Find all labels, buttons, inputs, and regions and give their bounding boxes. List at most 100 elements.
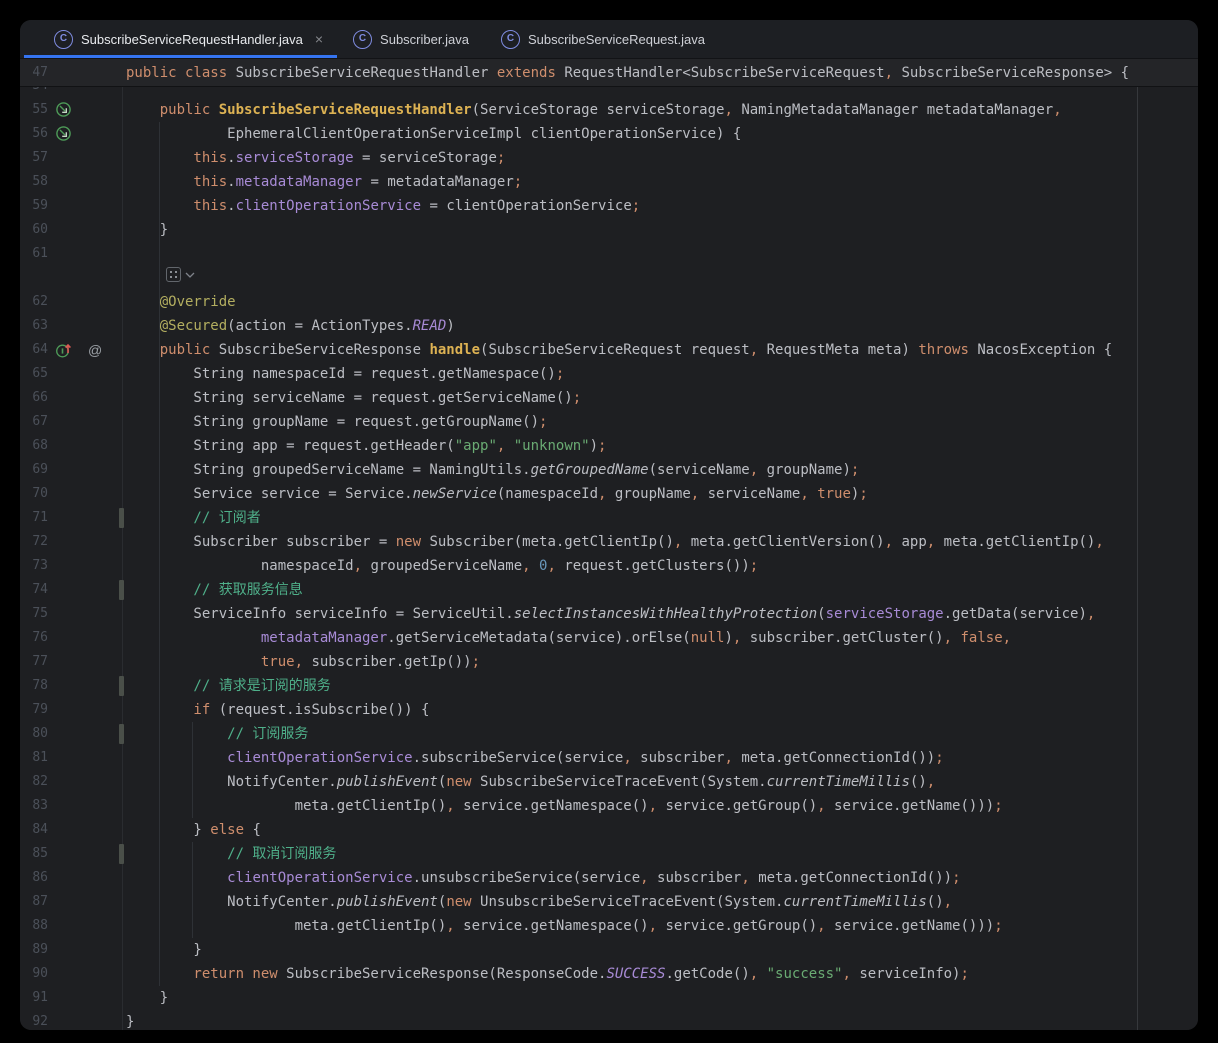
- code-line[interactable]: 91 }: [20, 986, 1198, 1010]
- inlay-hint-row[interactable]: [20, 266, 1198, 290]
- line-number[interactable]: 75: [20, 602, 48, 626]
- line-number[interactable]: 74: [20, 578, 48, 602]
- code-token: SubscribeServiceRequestHandler: [236, 65, 497, 81]
- code-line[interactable]: 76 metadataManager.getServiceMetadata(se…: [20, 626, 1198, 650]
- line-number[interactable]: 89: [20, 938, 48, 962]
- line-number[interactable]: 78: [20, 674, 48, 698]
- code-line[interactable]: 64@ public SubscribeServiceResponse hand…: [20, 338, 1198, 362]
- code-line[interactable]: 80 // 订阅服务: [20, 722, 1198, 746]
- line-number[interactable]: 87: [20, 890, 48, 914]
- line-number[interactable]: 55: [20, 98, 48, 122]
- code-line[interactable]: 85 // 取消订阅服务: [20, 842, 1198, 866]
- line-number[interactable]: 84: [20, 818, 48, 842]
- gutter: [48, 122, 122, 146]
- code-line[interactable]: 87 NotifyCenter.publishEvent(new Unsubsc…: [20, 890, 1198, 914]
- code-line[interactable]: 71 // 订阅者: [20, 506, 1198, 530]
- line-number[interactable]: 66: [20, 386, 48, 410]
- code-line[interactable]: 63 @Secured(action = ActionTypes.READ): [20, 314, 1198, 338]
- code-line[interactable]: 67 String groupName = request.getGroupNa…: [20, 410, 1198, 434]
- line-number[interactable]: 81: [20, 746, 48, 770]
- code-line[interactable]: 79 if (request.isSubscribe()) {: [20, 698, 1198, 722]
- code-line[interactable]: 77 true, subscriber.getIp());: [20, 650, 1198, 674]
- code-line[interactable]: 92}: [20, 1010, 1198, 1030]
- code-line[interactable]: 70 Service service = Service.newService(…: [20, 482, 1198, 506]
- code-line[interactable]: 58 this.metadataManager = metadataManage…: [20, 170, 1198, 194]
- code-line[interactable]: 56 EphemeralClientOperationServiceImpl c…: [20, 122, 1198, 146]
- line-number[interactable]: 71: [20, 506, 48, 530]
- code-line[interactable]: 55 public SubscribeServiceRequestHandler…: [20, 98, 1198, 122]
- implements-method-icon[interactable]: [55, 341, 73, 364]
- line-number[interactable]: 61: [20, 242, 48, 266]
- line-number[interactable]: 57: [20, 146, 48, 170]
- chevron-down-icon[interactable]: [185, 272, 195, 278]
- line-number[interactable]: 70: [20, 482, 48, 506]
- code-text: metadataManager.getServiceMetadata(servi…: [122, 626, 1011, 650]
- code-line[interactable]: 61: [20, 242, 1198, 266]
- line-number[interactable]: 90: [20, 962, 48, 986]
- editor-tab-2[interactable]: CSubscriber.java: [337, 20, 485, 58]
- line-number[interactable]: 63: [20, 314, 48, 338]
- line-number[interactable]: 67: [20, 410, 48, 434]
- code-line[interactable]: 88 meta.getClientIp(), service.getNamesp…: [20, 914, 1198, 938]
- gutter: [48, 1010, 122, 1030]
- code-line[interactable]: 65 String namespaceId = request.getNames…: [20, 362, 1198, 386]
- code-line[interactable]: 90 return new SubscribeServiceResponse(R…: [20, 962, 1198, 986]
- code-line[interactable]: 59 this.clientOperationService = clientO…: [20, 194, 1198, 218]
- code-line[interactable]: 75 ServiceInfo serviceInfo = ServiceUtil…: [20, 602, 1198, 626]
- code-line[interactable]: 86 clientOperationService.unsubscribeSer…: [20, 866, 1198, 890]
- line-number[interactable]: 79: [20, 698, 48, 722]
- code-token: "success": [767, 966, 843, 982]
- code-line[interactable]: 68 String app = request.getHeader("app",…: [20, 434, 1198, 458]
- code-line[interactable]: 62 @Override: [20, 290, 1198, 314]
- line-number[interactable]: 83: [20, 794, 48, 818]
- line-number[interactable]: 82: [20, 770, 48, 794]
- code-token: = metadataManager: [362, 174, 514, 190]
- line-number[interactable]: 68: [20, 434, 48, 458]
- line-number[interactable]: 77: [20, 650, 48, 674]
- spring-bean-icon[interactable]: [55, 101, 72, 123]
- code-line[interactable]: 66 String serviceName = request.getServi…: [20, 386, 1198, 410]
- ai-inlay-hint[interactable]: [166, 267, 195, 282]
- code-line[interactable]: 73 namespaceId, groupedServiceName, 0, r…: [20, 554, 1198, 578]
- line-number[interactable]: 59: [20, 194, 48, 218]
- code-text: meta.getClientIp(), service.getNamespace…: [122, 794, 1003, 818]
- code-line[interactable]: 74 // 获取服务信息: [20, 578, 1198, 602]
- external-annotation-icon[interactable]: @: [88, 340, 102, 360]
- code-line[interactable]: 84 } else {: [20, 818, 1198, 842]
- line-number[interactable]: 91: [20, 986, 48, 1010]
- code-line[interactable]: 57 this.serviceStorage = serviceStorage;: [20, 146, 1198, 170]
- code-line[interactable]: 72 Subscriber subscriber = new Subscribe…: [20, 530, 1198, 554]
- code-text: Service service = Service.newService(nam…: [122, 482, 868, 506]
- line-number[interactable]: 92: [20, 1010, 48, 1030]
- line-number[interactable]: 80: [20, 722, 48, 746]
- code-line[interactable]: 89 }: [20, 938, 1198, 962]
- line-number[interactable]: 58: [20, 170, 48, 194]
- close-icon[interactable]: ×: [315, 32, 323, 46]
- code-line[interactable]: 78 // 请求是订阅的服务: [20, 674, 1198, 698]
- line-number[interactable]: 47: [20, 61, 48, 85]
- line-number[interactable]: 64: [20, 338, 48, 362]
- line-number[interactable]: 76: [20, 626, 48, 650]
- line-number[interactable]: 73: [20, 554, 48, 578]
- code-token: = clientOperationService: [421, 198, 632, 214]
- line-number[interactable]: 60: [20, 218, 48, 242]
- editor-tab-3[interactable]: CSubscribeServiceRequest.java: [485, 20, 721, 58]
- code-line[interactable]: 69 String groupedServiceName = NamingUti…: [20, 458, 1198, 482]
- line-number[interactable]: 85: [20, 842, 48, 866]
- code-text: NotifyCenter.publishEvent(new SubscribeS…: [122, 770, 935, 794]
- code-line[interactable]: 82 NotifyCenter.publishEvent(new Subscri…: [20, 770, 1198, 794]
- line-number[interactable]: 88: [20, 914, 48, 938]
- line-number[interactable]: 86: [20, 866, 48, 890]
- editor-tab-1[interactable]: CSubscribeServiceRequestHandler.java×: [24, 20, 337, 58]
- line-number[interactable]: 62: [20, 290, 48, 314]
- line-number[interactable]: 56: [20, 122, 48, 146]
- code-line[interactable]: 83 meta.getClientIp(), service.getNamesp…: [20, 794, 1198, 818]
- line-number[interactable]: 69: [20, 458, 48, 482]
- spring-bean-icon[interactable]: [55, 125, 72, 147]
- line-number[interactable]: 72: [20, 530, 48, 554]
- code-text: String app = request.getHeader("app", "u…: [122, 434, 606, 458]
- code-editor[interactable]: 5455 public SubscribeServiceRequestHandl…: [20, 87, 1198, 1030]
- code-line[interactable]: 60 }: [20, 218, 1198, 242]
- line-number[interactable]: 65: [20, 362, 48, 386]
- code-line[interactable]: 81 clientOperationService.subscribeServi…: [20, 746, 1198, 770]
